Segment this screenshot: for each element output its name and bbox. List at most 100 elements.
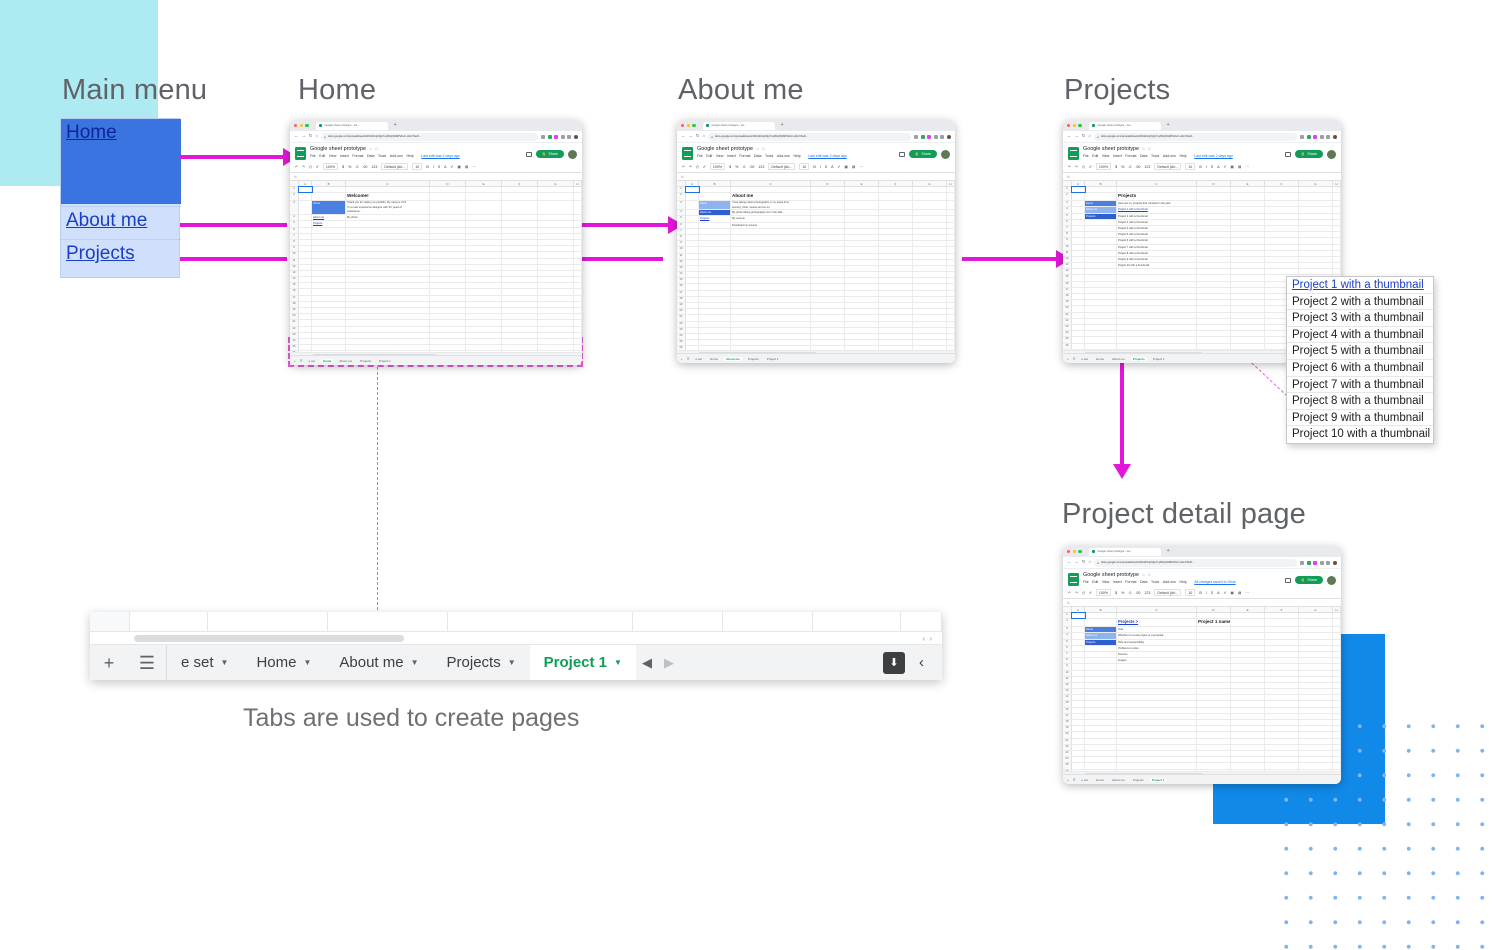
grid-cell[interactable] — [699, 253, 731, 259]
grid-cell[interactable] — [1085, 187, 1117, 193]
reload-icon[interactable]: ↻ — [309, 133, 313, 138]
grid-cell[interactable] — [502, 246, 538, 252]
grid-cell[interactable] — [1333, 645, 1341, 651]
grid-cell[interactable] — [1231, 193, 1265, 201]
grid-cell[interactable] — [845, 340, 879, 346]
menu-help[interactable]: Help — [406, 154, 413, 158]
grid-cell[interactable]: Projects — [312, 221, 346, 227]
row-header[interactable]: 3 — [677, 201, 686, 210]
row-header[interactable]: 20 — [677, 309, 686, 315]
grid-cell[interactable] — [1085, 676, 1117, 682]
row-header[interactable]: 15 — [1063, 701, 1072, 707]
grid-cell[interactable] — [913, 193, 947, 201]
row-header[interactable]: 11 — [1063, 676, 1072, 682]
col-F[interactable]: F — [1265, 181, 1299, 186]
grid-cell[interactable] — [299, 308, 312, 314]
row-header[interactable]: 2 — [290, 193, 299, 201]
grid-cell[interactable] — [1333, 225, 1341, 232]
grid-cell[interactable] — [312, 193, 346, 201]
project-list-item[interactable]: Project 2 with a thumbnail — [1287, 294, 1433, 311]
row-header[interactable]: 14 — [1063, 695, 1072, 701]
grid-cell[interactable] — [1117, 701, 1197, 707]
grid-cell[interactable] — [1299, 695, 1333, 701]
comment-icon[interactable] — [525, 151, 532, 157]
sheet-tab-about-me[interactable]: About me — [1110, 778, 1127, 782]
grid-cell[interactable] — [574, 332, 582, 338]
row-header[interactable]: 20 — [1063, 732, 1072, 738]
menu-format[interactable]: Format — [1125, 580, 1136, 584]
grid-cell[interactable] — [502, 345, 538, 351]
grid-cell[interactable] — [731, 290, 811, 296]
grid-cell[interactable] — [430, 314, 466, 320]
menu-view[interactable]: View — [1102, 580, 1110, 584]
grid-cell[interactable] — [1197, 763, 1231, 769]
row-header[interactable]: 14 — [290, 277, 299, 283]
undo-icon[interactable]: ↶ — [295, 165, 298, 169]
grid-cell[interactable] — [811, 222, 845, 228]
grid-cell[interactable] — [913, 228, 947, 234]
grid-cell[interactable] — [1085, 294, 1117, 300]
extension-icon-4[interactable] — [567, 134, 572, 139]
grid-cell[interactable] — [502, 215, 538, 221]
grid-cell[interactable] — [574, 227, 582, 233]
grid-cell[interactable] — [686, 216, 699, 222]
grid-cell[interactable] — [1299, 232, 1333, 238]
grid-cell[interactable] — [538, 221, 574, 227]
grid-cell[interactable] — [1299, 269, 1333, 275]
extension-icon-2[interactable] — [1313, 560, 1318, 565]
window-maximize-dot[interactable] — [305, 123, 309, 128]
grid-cell[interactable] — [1071, 185, 1086, 194]
menu-format[interactable]: Format — [1125, 154, 1136, 158]
grid-cell[interactable] — [947, 315, 955, 321]
grid-cell[interactable]: Home — [312, 201, 346, 215]
decrease-decimal-icon[interactable]: .0 — [1128, 165, 1131, 169]
grid-cell[interactable] — [1231, 207, 1265, 213]
chevron-down-icon[interactable]: ▼ — [221, 658, 229, 667]
row-header[interactable]: 18 — [1063, 720, 1072, 726]
grid-cell[interactable] — [1333, 670, 1341, 676]
grid-cell[interactable] — [430, 221, 466, 227]
row-header[interactable]: 7 — [1063, 225, 1072, 232]
zoom-select[interactable]: 100% — [1095, 163, 1112, 170]
grid-cell[interactable] — [1299, 193, 1333, 201]
row-header[interactable]: 3 — [1063, 201, 1072, 207]
menu-data[interactable]: Data — [1140, 580, 1147, 584]
grid-cell[interactable] — [1231, 275, 1265, 281]
grid-cell[interactable] — [312, 258, 346, 264]
redo-icon[interactable]: ↷ — [1075, 165, 1078, 169]
grid-cell[interactable] — [466, 252, 502, 258]
document-title[interactable]: Google sheet prototype — [697, 146, 753, 152]
grid-cell[interactable] — [1117, 713, 1197, 719]
comment-icon[interactable] — [1284, 577, 1291, 583]
main-menu-item-home[interactable]: Home — [61, 119, 181, 204]
grid-cell[interactable] — [845, 193, 879, 201]
window-maximize-dot[interactable] — [692, 123, 696, 128]
browser-tab[interactable]: Google sheet prototype - Go... — [1089, 547, 1162, 556]
grid-cell[interactable] — [1265, 720, 1299, 726]
spreadsheet-grid[interactable]: A B C D E F G H 1 2 Projects > Project 1 na… — [1063, 607, 1341, 776]
grid-cell[interactable] — [502, 308, 538, 314]
home-icon[interactable]: ⌂ — [315, 133, 318, 138]
grid-cell[interactable] — [913, 290, 947, 296]
row-header[interactable]: 6 — [677, 222, 686, 228]
project-list-item[interactable]: Project 7 with a thumbnail — [1287, 377, 1433, 394]
move-to-drive-icon[interactable]: □ — [1148, 573, 1150, 577]
grid-cell[interactable] — [466, 201, 502, 215]
grid-cell[interactable] — [1333, 219, 1341, 225]
row-header[interactable]: 4 — [677, 210, 686, 216]
grid-cell[interactable] — [699, 241, 731, 247]
grid-cell[interactable] — [312, 246, 346, 252]
bold-icon[interactable]: B — [426, 165, 428, 169]
grid-cell[interactable] — [1231, 232, 1265, 238]
grid-cell[interactable] — [947, 234, 955, 241]
grid-cell[interactable] — [947, 333, 955, 340]
grid-cell[interactable] — [1265, 763, 1299, 769]
grid-cell[interactable] — [299, 215, 312, 221]
grid-cell[interactable] — [1333, 689, 1341, 695]
grid-cell[interactable] — [811, 296, 845, 302]
grid-cell[interactable] — [1117, 187, 1197, 193]
grid-cell[interactable] — [913, 222, 947, 228]
grid-cell[interactable] — [466, 187, 502, 193]
row-header[interactable]: 13 — [290, 270, 299, 277]
grid-cell[interactable] — [430, 201, 466, 215]
